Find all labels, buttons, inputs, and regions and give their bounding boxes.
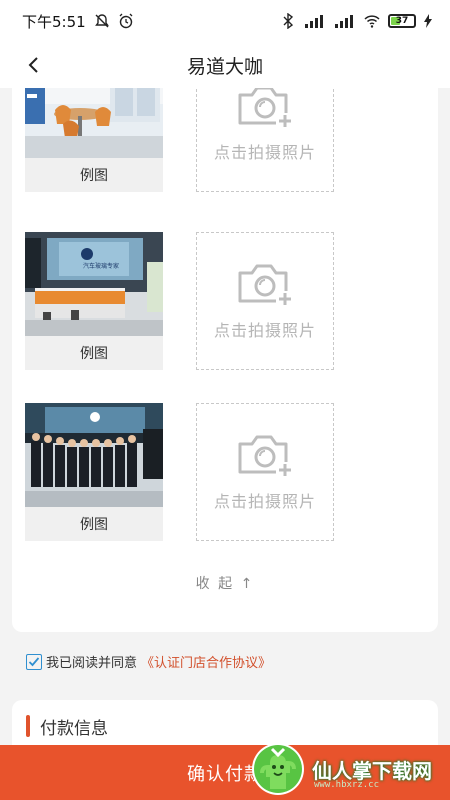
watermark: 仙人掌下载网 www.hbxrz.cc — [250, 738, 450, 800]
agreement-checkbox[interactable] — [26, 653, 42, 670]
page-title: 易道大咖 — [186, 55, 263, 78]
example-image: 例图 — [25, 403, 163, 541]
agreement-text: 我已阅读并同意 — [46, 656, 138, 671]
agreement-link[interactable]: 《认证门店合作协议》 — [141, 652, 271, 671]
watermark-url: www.hbxrz.cc — [314, 780, 380, 790]
alarm-icon — [119, 13, 133, 29]
upload-hint: 点击拍摄照片 — [213, 321, 316, 340]
back-arrow-icon[interactable] — [22, 52, 46, 78]
cactus-logo-icon — [252, 743, 304, 795]
example-image: 例图 — [25, 88, 163, 192]
example-label: 例图 — [25, 336, 163, 370]
charging-icon — [424, 14, 432, 28]
payment-title: 付款信息 — [40, 719, 108, 739]
header: 易道大咖 — [0, 42, 450, 88]
camera-add-icon — [238, 435, 294, 478]
take-photo-button[interactable]: 点击拍摄照片 — [196, 232, 334, 370]
bluetooth-icon — [283, 13, 294, 29]
mute-bell-icon — [94, 14, 109, 28]
photo-row: 汽车玻璃专家 例图 点击拍摄照片 — [25, 232, 425, 372]
checkmark-icon — [28, 656, 40, 666]
battery-icon: 37 — [388, 14, 416, 28]
camera-add-icon — [238, 88, 294, 129]
example-image: 汽车玻璃专家 例图 — [25, 232, 163, 370]
upload-hint: 点击拍摄照片 — [213, 492, 316, 511]
photo-row: 例图 点击拍摄照片 — [25, 88, 425, 194]
take-photo-button[interactable]: 点击拍摄照片 — [196, 403, 334, 541]
example-photo-staff — [25, 403, 163, 507]
upload-hint: 点击拍摄照片 — [213, 143, 316, 162]
section-marker — [26, 715, 30, 737]
status-right: 37 — [280, 13, 432, 29]
status-bar: 下午5:51 37 — [0, 0, 450, 42]
example-photo-reception: 汽车玻璃专家 — [25, 232, 163, 336]
signal-2-icon — [335, 15, 353, 28]
camera-add-icon — [238, 264, 294, 307]
signal-icon — [305, 15, 323, 28]
photo-card: 例图 点击拍摄照片 汽车玻璃专家 例图 点击拍摄照片 例图 点击拍摄照片 收 起… — [12, 88, 438, 632]
example-label: 例图 — [25, 507, 163, 541]
example-label: 例图 — [25, 158, 163, 192]
example-photo-lounge — [25, 88, 163, 158]
svg-text:汽车玻璃专家: 汽车玻璃专家 — [83, 262, 119, 270]
status-time: 下午5:51 — [22, 12, 86, 31]
status-left: 下午5:51 — [22, 11, 134, 32]
agreement-row: 我已阅读并同意 《认证门店合作协议》 — [26, 652, 271, 671]
wifi-icon — [364, 15, 380, 28]
battery-level: 37 — [395, 16, 409, 26]
photo-row: 例图 点击拍摄照片 — [25, 403, 425, 543]
collapse-button[interactable]: 收 起 ↑ — [12, 573, 438, 593]
take-photo-button[interactable]: 点击拍摄照片 — [196, 88, 334, 192]
